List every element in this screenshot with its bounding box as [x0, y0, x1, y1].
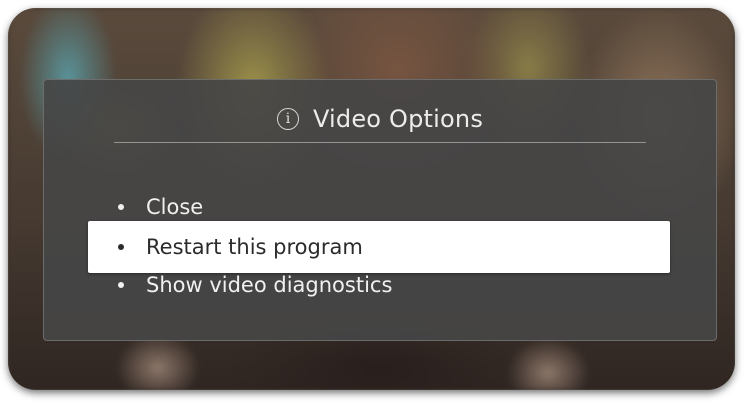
header-divider	[114, 142, 646, 143]
bullet-icon	[118, 244, 124, 250]
info-icon: i	[276, 108, 299, 130]
option-label: Restart this program	[146, 235, 363, 259]
tv-screen: i Video Options Close Restart this progr…	[8, 8, 735, 390]
option-label: Show video diagnostics	[146, 273, 393, 297]
option-show-video-diagnostics[interactable]: Show video diagnostics	[88, 265, 670, 305]
video-options-dialog: i Video Options Close Restart this progr…	[43, 79, 717, 341]
dialog-title: Video Options	[312, 105, 484, 133]
bullet-icon	[118, 204, 124, 210]
dialog-header: i Video Options	[44, 102, 716, 136]
bullet-icon	[118, 282, 124, 288]
option-label: Close	[146, 195, 204, 219]
